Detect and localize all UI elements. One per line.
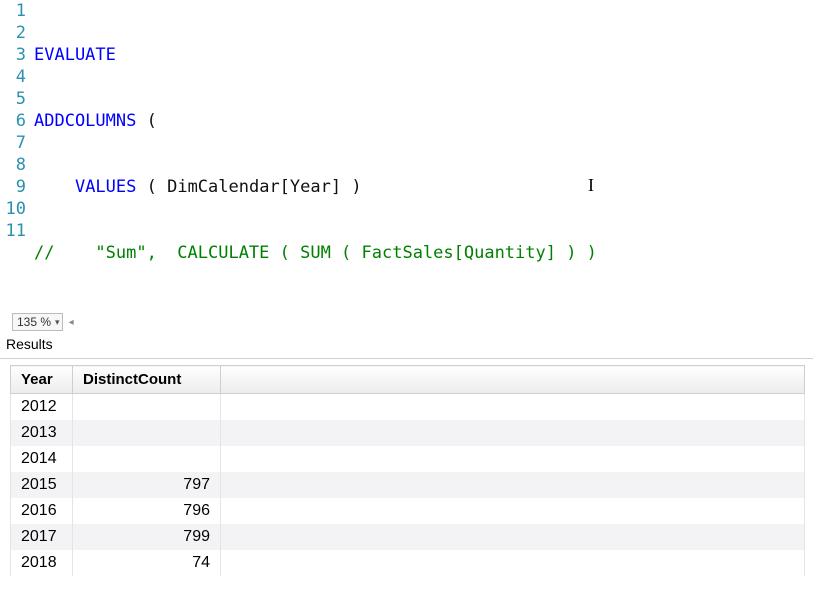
line-number: 9 — [0, 176, 26, 198]
results-tab-label[interactable]: Results — [0, 334, 813, 359]
dax-editor[interactable]: 1 2 3 4 5 6 7 8 9 10 11 EVALUATE ADDCOLU… — [0, 0, 813, 310]
cell-distinctcount — [73, 420, 221, 446]
chevron-down-icon: ▾ — [55, 317, 60, 328]
table-row[interactable]: 2012 — [11, 394, 805, 420]
code-line: // "Sum", CALCULATE ( SUM ( FactSales[Qu… — [34, 242, 813, 264]
keyword-evaluate: EVALUATE — [34, 45, 116, 65]
table-row[interactable]: 2014 — [11, 446, 805, 472]
comment: // "Sum", CALCULATE ( SUM ( FactSales[Qu… — [34, 243, 597, 263]
code-line: ADDCOLUMNS ( — [34, 110, 813, 132]
table-row[interactable]: 2015797 — [11, 472, 805, 498]
results-pane: Year DistinctCount 2012 2013 2014 201579… — [0, 359, 813, 576]
cell-year: 2016 — [11, 498, 73, 524]
cell-year: 2012 — [11, 394, 73, 420]
cell-distinctcount: 799 — [73, 524, 221, 550]
line-number: 4 — [0, 66, 26, 88]
cell-year: 2013 — [11, 420, 73, 446]
table-header-row: Year DistinctCount — [11, 366, 805, 394]
table-row[interactable]: 2016796 — [11, 498, 805, 524]
line-number: 6 — [0, 110, 26, 132]
table-row[interactable]: 201874 — [11, 550, 805, 576]
line-number: 2 — [0, 22, 26, 44]
editor-status-bar: 135 % ▾ ◂ — [0, 310, 813, 334]
line-number: 5 — [0, 88, 26, 110]
column-header-distinctcount[interactable]: DistinctCount — [73, 366, 221, 394]
table-row[interactable]: 2017799 — [11, 524, 805, 550]
scroll-left-icon[interactable]: ◂ — [69, 317, 74, 328]
line-number: 10 — [0, 198, 26, 220]
column-ref: DimCalendar[Year] — [167, 177, 341, 197]
cell-distinctcount — [73, 394, 221, 420]
line-number: 8 — [0, 154, 26, 176]
comment: // ,"Max", CALCULATE ( MAX ( FactSales[Q… — [34, 309, 597, 310]
keyword-values: VALUES — [75, 177, 136, 197]
column-header-empty — [221, 366, 805, 394]
line-number: 3 — [0, 44, 26, 66]
results-table[interactable]: Year DistinctCount 2012 2013 2014 201579… — [10, 365, 805, 576]
cell-distinctcount: 797 — [73, 472, 221, 498]
cell-year: 2014 — [11, 446, 73, 472]
column-header-year[interactable]: Year — [11, 366, 73, 394]
line-number: 7 — [0, 132, 26, 154]
cell-year: 2018 — [11, 550, 73, 576]
code-line: VALUES ( DimCalendar[Year] ) — [34, 176, 813, 198]
line-number: 1 — [0, 0, 26, 22]
keyword-addcolumns: ADDCOLUMNS — [34, 111, 136, 131]
code-area[interactable]: EVALUATE ADDCOLUMNS ( VALUES ( DimCalend… — [32, 0, 813, 310]
zoom-level-dropdown[interactable]: 135 % ▾ — [12, 313, 63, 331]
cell-distinctcount — [73, 446, 221, 472]
cell-distinctcount: 796 — [73, 498, 221, 524]
line-number: 11 — [0, 220, 26, 242]
zoom-value: 135 % — [17, 315, 51, 329]
line-number-gutter: 1 2 3 4 5 6 7 8 9 10 11 — [0, 0, 32, 310]
cell-year: 2017 — [11, 524, 73, 550]
table-row[interactable]: 2013 — [11, 420, 805, 446]
cell-distinctcount: 74 — [73, 550, 221, 576]
code-line: // ,"Max", CALCULATE ( MAX ( FactSales[Q… — [34, 308, 813, 310]
cell-year: 2015 — [11, 472, 73, 498]
code-line: EVALUATE — [34, 44, 813, 66]
